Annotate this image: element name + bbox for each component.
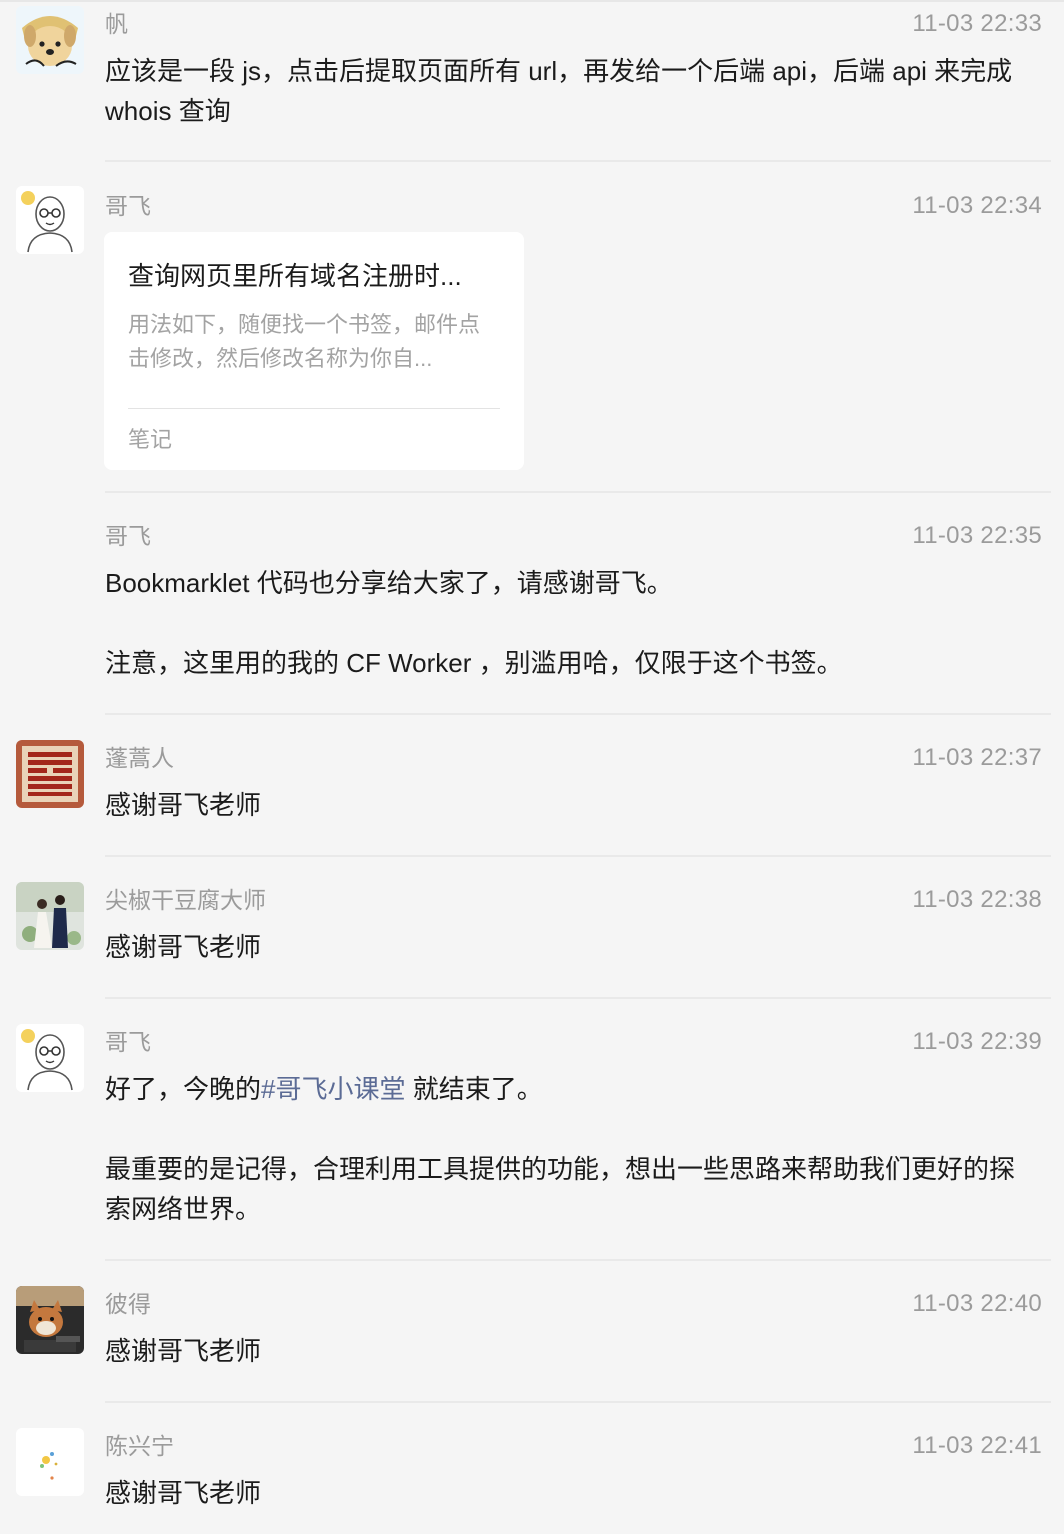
avatar-cartoon-dog[interactable] [16, 6, 84, 74]
message-divider [105, 713, 1051, 715]
sender-name: 尖椒干豆腐大师 [105, 887, 266, 913]
message-divider [105, 997, 1051, 999]
message-divider [105, 1401, 1051, 1403]
card-title: 查询网页里所有域名注册时... [128, 261, 462, 291]
message-text: 好了，今晚的#哥飞小课堂 就结束了。 最重要的是记得，合理利用工具提供的功能，想… [105, 1069, 1040, 1229]
sender-name: 蓬蒿人 [105, 745, 174, 771]
message-timestamp: 11-03 22:34 [912, 192, 1042, 219]
message-text: 感谢哥飞老师 [105, 790, 262, 820]
message-text-part: 好了，今晚的 [105, 1074, 262, 1104]
message-timestamp: 11-03 22:35 [912, 522, 1042, 549]
message-divider [105, 491, 1051, 493]
message-divider [105, 855, 1051, 857]
top-divider [0, 0, 1064, 2]
sender-name: 哥飞 [105, 1029, 151, 1055]
avatar-wedding-photo[interactable] [16, 882, 84, 950]
message-text: 应该是一段 js，点击后提取页面所有 url，再发给一个后端 api，后端 ap… [105, 56, 1020, 126]
message-timestamp: 11-03 22:40 [912, 1290, 1042, 1317]
card-description: 用法如下，随便找一个书签，邮件点击修改，然后修改名称为你自... [128, 312, 481, 371]
message-timestamp: 11-03 22:39 [912, 1028, 1042, 1055]
message-timestamp: 11-03 22:37 [912, 744, 1042, 771]
avatar-glasses-man[interactable] [16, 186, 84, 254]
card-divider [128, 408, 500, 409]
sender-name: 彼得 [105, 1291, 151, 1317]
message-text: 感谢哥飞老师 [105, 1336, 262, 1366]
avatar-hexagram[interactable] [16, 740, 84, 808]
message-text: 感谢哥飞老师 [105, 932, 262, 962]
message-text: Bookmarklet 代码也分享给大家了，请感谢哥飞。 注意，这里用的我的 C… [105, 568, 843, 678]
hashtag-link[interactable]: #哥飞小课堂 [261, 1074, 405, 1104]
avatar-shiba-dog[interactable] [16, 1286, 84, 1354]
message-divider [105, 1259, 1051, 1261]
sender-name: 哥飞 [105, 193, 151, 219]
shared-note-card[interactable]: 查询网页里所有域名注册时... 用法如下，随便找一个书签，邮件点击修改，然后修改… [104, 232, 524, 470]
message-timestamp: 11-03 22:33 [912, 10, 1042, 37]
sender-name: 哥飞 [105, 523, 151, 549]
avatar-glasses-man[interactable] [16, 1024, 84, 1092]
message-divider [105, 160, 1051, 162]
card-source-label: 笔记 [128, 427, 173, 452]
message-text: 感谢哥飞老师 [105, 1478, 262, 1508]
message-timestamp: 11-03 22:38 [912, 886, 1042, 913]
sender-name: 帆 [105, 11, 128, 37]
message-timestamp: 11-03 22:41 [912, 1432, 1042, 1459]
sender-name: 陈兴宁 [105, 1433, 174, 1459]
avatar-sparkle[interactable] [16, 1428, 84, 1496]
